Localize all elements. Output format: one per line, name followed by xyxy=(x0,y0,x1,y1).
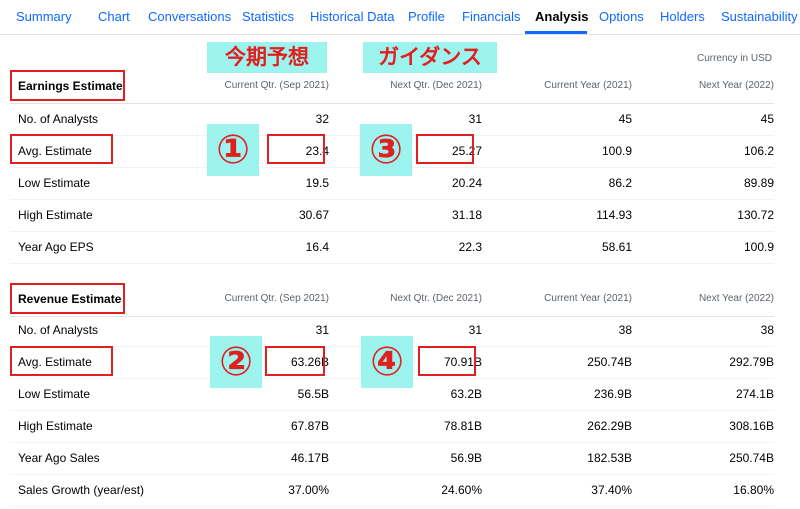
column-header: Current Qtr. (Sep 2021) xyxy=(224,293,330,304)
table-title: Earnings Estimate xyxy=(18,79,123,93)
table-cell: 114.93 xyxy=(596,208,632,222)
table-row: Year Ago EPS 16.4 22.3 58.61 100.9 xyxy=(10,231,774,264)
table-cell: 236.9B xyxy=(593,387,632,401)
table-cell: 38 xyxy=(618,323,632,337)
table-cell: 250.74B xyxy=(587,355,632,369)
table-cell: 106.2 xyxy=(743,144,774,158)
table-cell: 100.9 xyxy=(601,144,632,158)
guidance-annotation: ガイダンス xyxy=(363,42,497,73)
table-cell: 100.9 xyxy=(743,240,774,254)
table-cell: 31.18 xyxy=(451,208,482,222)
column-header: Current Year (2021) xyxy=(544,293,632,304)
table-cell: 58.61 xyxy=(601,240,632,254)
table-cell: 63.2B xyxy=(450,387,482,401)
row-label: No. of Analysts xyxy=(18,323,99,337)
table-cell: 262.29B xyxy=(587,419,632,433)
row-label: Year Ago Sales xyxy=(18,451,100,465)
row-label: High Estimate xyxy=(18,419,93,433)
column-header: Next Qtr. (Dec 2021) xyxy=(390,80,482,91)
table-cell: 89.89 xyxy=(743,176,774,190)
row-label: High Estimate xyxy=(18,208,93,222)
table-cell: 45 xyxy=(760,112,774,126)
table-cell: 20.24 xyxy=(451,176,482,190)
table-cell: 23.4 xyxy=(305,144,329,158)
tab-summary[interactable]: Summary xyxy=(16,9,72,24)
tab-holders[interactable]: Holders xyxy=(660,9,705,24)
tab-statistics[interactable]: Statistics xyxy=(242,9,294,24)
column-header: Current Qtr. (Sep 2021) xyxy=(224,80,330,91)
row-label: Low Estimate xyxy=(18,176,91,190)
tab-analysis[interactable]: Analysis xyxy=(535,9,588,24)
column-header: Current Year (2021) xyxy=(544,80,632,91)
tab-bar: Summary Chart Conversations Statistics H… xyxy=(0,0,800,35)
tab-sustainability[interactable]: Sustainability xyxy=(721,9,798,24)
table-cell: 130.72 xyxy=(737,208,774,222)
column-header: Next Qtr. (Dec 2021) xyxy=(390,293,482,304)
table-row: High Estimate 67.87B 78.81B 262.29B 308.… xyxy=(10,410,774,443)
table-cell: 30.67 xyxy=(298,208,329,222)
table-cell: 19.5 xyxy=(305,176,329,190)
tab-chart[interactable]: Chart xyxy=(98,9,130,24)
table-title: Revenue Estimate xyxy=(18,292,122,306)
table-cell: 37.40% xyxy=(591,483,632,497)
table-cell: 45 xyxy=(618,112,632,126)
table-cell: 182.53B xyxy=(587,451,632,465)
table-cell: 22.3 xyxy=(458,240,482,254)
table-cell: 67.87B xyxy=(290,419,329,433)
table-cell: 38 xyxy=(760,323,774,337)
tab-historical-data[interactable]: Historical Data xyxy=(310,9,395,24)
table-cell: 250.74B xyxy=(729,451,774,465)
column-header: Next Year (2022) xyxy=(698,80,774,91)
table-cell: 32 xyxy=(315,112,329,126)
table-row: High Estimate 30.67 31.18 114.93 130.72 xyxy=(10,199,774,232)
table-cell: 16.80% xyxy=(733,483,774,497)
table-cell: 308.16B xyxy=(729,419,774,433)
current-forecast-annotation: 今期予想 xyxy=(207,42,327,73)
table-cell: 274.1B xyxy=(735,387,774,401)
table-cell: 25.27 xyxy=(451,144,482,158)
table-header-row: Revenue Estimate Current Qtr. (Sep 2021)… xyxy=(10,282,774,317)
row-label: Low Estimate xyxy=(18,387,91,401)
table-cell: 56.5B xyxy=(297,387,329,401)
table-cell: 24.60% xyxy=(441,483,482,497)
row-label: No. of Analysts xyxy=(18,112,99,126)
table-cell: 16.4 xyxy=(305,240,329,254)
table-header-row: Earnings Estimate Current Qtr. (Sep 2021… xyxy=(10,69,774,104)
table-cell: 63.26B xyxy=(290,355,329,369)
tab-conversations[interactable]: Conversations xyxy=(148,9,231,24)
table-cell: 78.81B xyxy=(443,419,482,433)
tab-financials[interactable]: Financials xyxy=(462,9,521,24)
table-cell: 37.00% xyxy=(288,483,329,497)
row-label: Year Ago EPS xyxy=(18,240,94,254)
column-header: Next Year (2022) xyxy=(698,293,774,304)
marker-1-annotation: ① xyxy=(207,124,259,176)
table-cell: 31 xyxy=(315,323,329,337)
marker-2-annotation: ② xyxy=(210,336,262,388)
marker-4-annotation: ④ xyxy=(361,336,413,388)
table-cell: 292.79B xyxy=(729,355,774,369)
marker-3-annotation: ③ xyxy=(360,124,412,176)
tab-options[interactable]: Options xyxy=(599,9,644,24)
table-row: Year Ago Sales 46.17B 56.9B 182.53B 250.… xyxy=(10,442,774,475)
table-cell: 31 xyxy=(468,112,482,126)
row-label: Avg. Estimate xyxy=(18,144,92,158)
tab-profile[interactable]: Profile xyxy=(408,9,445,24)
table-row: Sales Growth (year/est) 37.00% 24.60% 37… xyxy=(10,474,774,507)
row-label: Avg. Estimate xyxy=(18,355,92,369)
currency-note: Currency in USD xyxy=(696,53,772,64)
table-cell: 31 xyxy=(468,323,482,337)
table-cell: 46.17B xyxy=(290,451,329,465)
table-cell: 56.9B xyxy=(450,451,482,465)
row-label: Sales Growth (year/est) xyxy=(18,483,145,497)
table-cell: 70.91B xyxy=(443,355,482,369)
table-cell: 86.2 xyxy=(608,176,632,190)
active-tab-indicator xyxy=(525,31,587,34)
